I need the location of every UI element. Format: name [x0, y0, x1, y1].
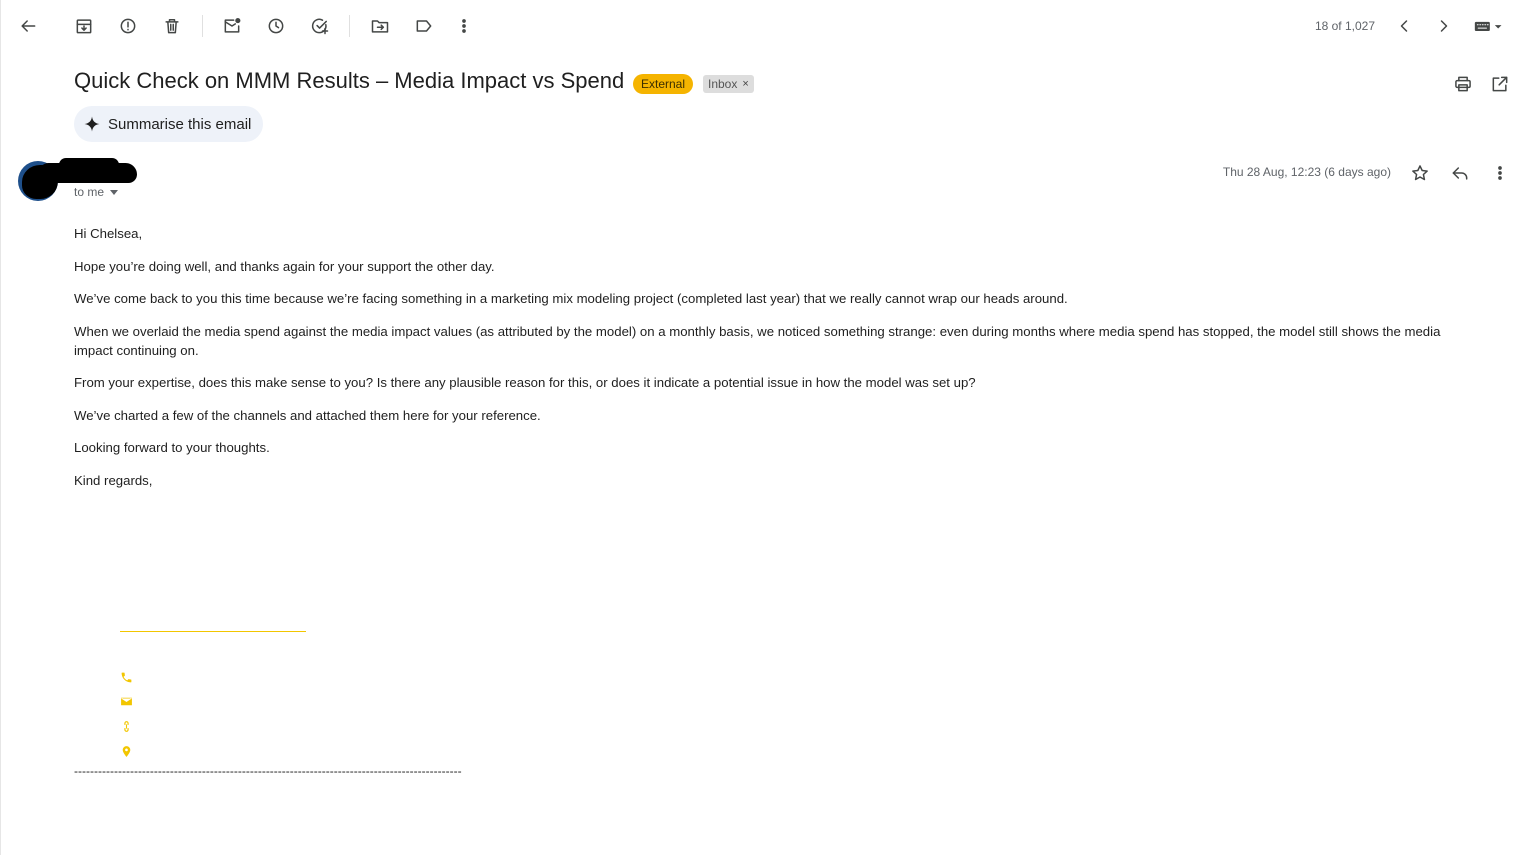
message-more-icon[interactable] [1488, 161, 1512, 185]
inbox-label-text: Inbox [708, 77, 738, 91]
open-in-new-window-icon[interactable] [1488, 72, 1512, 96]
summarise-email-button[interactable]: Summarise this email [74, 106, 263, 142]
body-paragraph: Kind regards, [74, 472, 153, 488]
message-date: Thu 28 Aug, 12:23 (6 days ago) [1222, 165, 1391, 179]
mark-unread-icon[interactable] [220, 14, 244, 38]
move-to-icon[interactable] [368, 14, 392, 38]
link-icon [119, 719, 133, 733]
toolbar-divider [349, 15, 350, 37]
message-position-counter: 18 of 1,027 [1314, 19, 1375, 33]
body-paragraph: From your expertise, does this make sens… [74, 375, 976, 390]
toolbar-divider [202, 15, 203, 37]
delete-icon[interactable] [160, 14, 184, 38]
recipient-label: to me [74, 185, 105, 199]
signature-separator: ----------------------------------------… [74, 764, 462, 778]
inbox-label-chip[interactable]: Inbox × [703, 75, 754, 93]
phone-icon [119, 670, 133, 684]
back-arrow-icon[interactable] [16, 14, 40, 38]
sparkle-icon [84, 116, 100, 132]
body-paragraph: We’ve charted a few of the channels and … [74, 407, 541, 423]
email-view: 18 of 1,027 Quick Check on MMM Results –… [0, 0, 1516, 855]
recipient-details-toggle[interactable]: to me [74, 185, 119, 199]
newer-chevron-icon[interactable] [1392, 14, 1416, 38]
external-label-chip: External [633, 74, 694, 94]
caret-down-icon [110, 189, 119, 195]
report-spam-icon[interactable] [116, 14, 140, 38]
input-tools-keyboard-icon[interactable] [1471, 14, 1507, 38]
archive-icon[interactable] [72, 14, 96, 38]
body-paragraph: We’ve come back to you this time because… [74, 291, 1068, 306]
remove-label-icon[interactable]: × [742, 75, 748, 93]
location-pin-icon [119, 744, 133, 758]
add-task-icon[interactable] [308, 14, 332, 38]
body-paragraph: Hope you’re doing well, and thanks again… [74, 258, 495, 274]
reply-icon[interactable] [1448, 161, 1472, 185]
older-chevron-icon[interactable] [1432, 14, 1456, 38]
label-icon[interactable] [412, 14, 436, 38]
signature-divider [120, 631, 306, 632]
body-paragraph: Looking forward to your thoughts. [74, 440, 270, 455]
snooze-icon[interactable] [264, 14, 288, 38]
email-body: Hi Chelsea, Hope you’re doing well, and … [74, 224, 1474, 503]
print-icon[interactable] [1451, 72, 1475, 96]
email-subject: Quick Check on MMM Results – Media Impac… [74, 68, 625, 93]
star-icon[interactable] [1408, 161, 1432, 185]
redacted-sender-name [59, 158, 119, 172]
mail-icon [119, 694, 133, 708]
body-paragraph: Hi Chelsea, [74, 226, 143, 241]
body-paragraph: When we overlaid the media spend against… [74, 323, 1441, 358]
summarise-label: Summarise this email [108, 115, 252, 133]
more-vert-icon[interactable] [452, 14, 476, 38]
